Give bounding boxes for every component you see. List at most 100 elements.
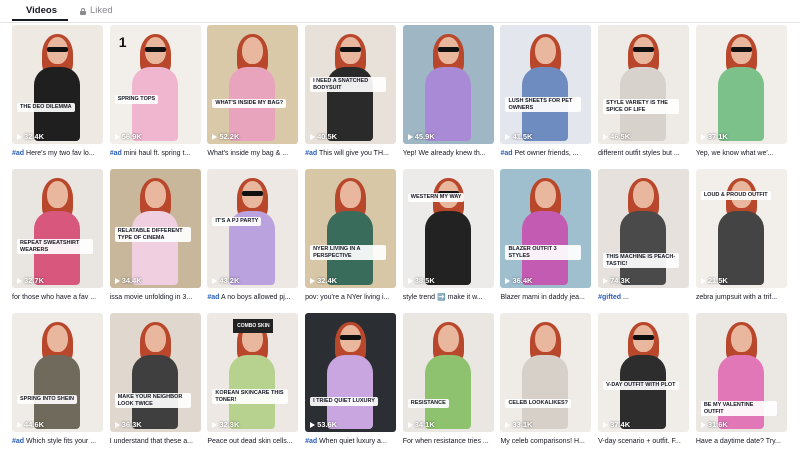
creator-figure	[327, 322, 374, 429]
video-card[interactable]: THIS MACHINE IS PEACH-TASTIC! 74.3K #gifte…	[598, 169, 690, 305]
creator-figure	[229, 322, 276, 429]
thumbnail-caption: CELEB LOOKALIKES?	[505, 399, 572, 408]
play-icon	[407, 421, 413, 428]
lock-icon	[80, 7, 86, 15]
video-card[interactable]: CELEB LOOKALIKES? 33.1K My celeb compariso…	[500, 313, 592, 449]
thumbnail-caption: THE DEO DILEMMA	[17, 103, 75, 112]
video-thumbnail[interactable]: CELEB LOOKALIKES? 33.1K	[500, 313, 592, 432]
play-icon	[310, 133, 316, 140]
video-thumbnail[interactable]: LUSH SHEETS FOR PET OWNERS 41.5K	[500, 25, 592, 144]
video-thumbnail[interactable]: I NEED A SNATCHED BODYSUIT 40.5K	[305, 25, 397, 144]
video-title[interactable]: #ad mini haul ft. spring t...	[110, 149, 201, 158]
video-title[interactable]: Yep! We already knew th...	[403, 149, 494, 158]
video-thumbnail[interactable]: REPEAT SWEATSHIRT WEARERS 32.7K	[12, 169, 103, 288]
video-title-text: ...	[621, 294, 629, 301]
video-card[interactable]: THE DEO DILEMMA 32.4K #ad Here's my two fa…	[12, 25, 103, 161]
video-thumbnail[interactable]: WESTERN MY WAY 38.5K	[402, 169, 494, 288]
hashtag-link[interactable]: #ad	[12, 150, 24, 157]
view-count-text: 44.6K	[24, 420, 45, 429]
video-thumbnail[interactable]: THE DEO DILEMMA 32.4K	[12, 25, 103, 144]
video-title[interactable]: #ad Pet owner friends, ...	[500, 149, 591, 158]
view-count: 53.6K	[310, 420, 337, 429]
video-card[interactable]: COMBO SKIN KOREAN SKINCARE THIS TONER! 32.…	[207, 313, 299, 449]
video-title[interactable]: pov: you're a NYer living i...	[305, 293, 396, 302]
video-card[interactable]: MAKE YOUR NEIGHBOR LOOK TWICE 36.3K I unde…	[109, 313, 201, 449]
video-title[interactable]: zebra jumpsuit with a trif...	[696, 293, 787, 302]
video-title-text: style trend ➡️ make it w...	[402, 294, 483, 301]
video-thumbnail[interactable]: LOUD & PROUD OUTFIT 21.5K	[695, 169, 787, 288]
video-title[interactable]: #ad This will give you TH...	[305, 149, 396, 158]
video-card[interactable]: WESTERN MY WAY 38.5K style trend ➡️ make i…	[402, 169, 494, 305]
video-card[interactable]: REPEAT SWEATSHIRT WEARERS 32.7K for those …	[12, 169, 103, 305]
video-card[interactable]: SPRING INTO SHEIN 44.6K #ad Which style fi…	[12, 313, 103, 449]
hashtag-link[interactable]: #gifted	[598, 294, 621, 301]
video-thumbnail[interactable]: BLAZER OUTFIT 3 STYLES 36.4K	[500, 169, 592, 288]
view-count-text: 21.5K	[707, 276, 728, 285]
video-title[interactable]: different outfit styles but ...	[598, 149, 689, 158]
video-thumbnail[interactable]: MAKE YOUR NEIGHBOR LOOK TWICE 36.3K	[109, 313, 201, 432]
view-count-text: 33.1K	[512, 420, 533, 429]
video-thumbnail[interactable]: SPRING INTO SHEIN 44.6K	[12, 313, 103, 432]
view-count-text: 38.5K	[414, 276, 435, 285]
thumbnail-caption: WHAT'S INSIDE MY BAG?	[212, 99, 287, 108]
video-thumbnail[interactable]: NYer LIVING IN A PERSPECTIVE 32.4K	[305, 169, 397, 288]
video-card[interactable]: V-DAY OUTFIT WITH PLOT 37.4K V-day scenari…	[598, 313, 690, 449]
view-count: 32.7K	[17, 276, 44, 285]
play-icon	[212, 277, 218, 284]
video-thumbnail[interactable]: 1 SPRING TOPS 56.9K	[109, 25, 201, 144]
video-thumbnail[interactable]: RESISTANCE 34.1K	[402, 313, 494, 432]
video-card[interactable]: IT'S A PJ PARTY 43.2K #ad A no boys allowe…	[207, 169, 299, 305]
hashtag-link[interactable]: #ad	[500, 150, 512, 157]
play-icon	[212, 421, 218, 428]
video-title[interactable]: #ad Here's my two fav lo...	[12, 149, 103, 158]
video-thumbnail[interactable]: STYLE VARIETY IS THE SPICE OF LIFE 46.5K	[598, 25, 690, 144]
video-card[interactable]: RESISTANCE 34.1K For when resistance tries…	[402, 313, 494, 449]
view-count-text: 32.4K	[24, 132, 45, 141]
video-grid: THE DEO DILEMMA 32.4K #ad Here's my two fa…	[12, 25, 793, 449]
video-card[interactable]: 1 SPRING TOPS 56.9K #ad mini haul ft. sprin…	[109, 25, 201, 161]
video-card[interactable]: LUSH SHEETS FOR PET OWNERS 41.5K #ad Pet o…	[500, 25, 592, 161]
video-title[interactable]: for those who have a fav ...	[12, 293, 103, 302]
video-card[interactable]: I TRIED QUIET LUXURY 53.6K #ad When quiet …	[305, 313, 397, 449]
creator-figure	[522, 34, 569, 141]
video-thumbnail[interactable]: 45.9K	[402, 25, 494, 144]
video-card[interactable]: STYLE VARIETY IS THE SPICE OF LIFE 46.5K d…	[598, 25, 690, 161]
video-thumbnail[interactable]: I TRIED QUIET LUXURY 53.6K	[305, 313, 397, 432]
thumbnail-caption: KOREAN SKINCARE THIS TONER!	[212, 389, 289, 404]
video-thumbnail[interactable]: IT'S A PJ PARTY 43.2K	[207, 169, 299, 288]
video-thumbnail[interactable]: BE MY VALENTINE OUTFIT 31.6K	[695, 313, 787, 432]
video-card[interactable]: WHAT'S INSIDE MY BAG? 52.2K What's inside …	[207, 25, 299, 161]
video-thumbnail[interactable]: COMBO SKIN KOREAN SKINCARE THIS TONER! 32.…	[207, 313, 299, 432]
video-title[interactable]: issa movie unfolding in 3...	[110, 293, 201, 302]
video-card[interactable]: BLAZER OUTFIT 3 STYLES 36.4K Blazer mami i…	[500, 169, 592, 305]
video-title[interactable]: Yep, we know what we'...	[696, 149, 787, 158]
play-icon	[505, 133, 511, 140]
video-thumbnail[interactable]: THIS MACHINE IS PEACH-TASTIC! 74.3K	[598, 169, 690, 288]
video-card[interactable]: 37.1K Yep, we know what we'...	[695, 25, 787, 161]
video-title-text: Blazer mami in daddy jea...	[500, 294, 585, 301]
view-count: 46.5K	[603, 132, 630, 141]
video-card[interactable]: RELATABLE DIFFERENT TYPE OF CINEMA 34.4K i…	[109, 169, 201, 305]
video-title[interactable]: #gifted ...	[598, 293, 689, 302]
video-title[interactable]: #ad A no boys allowed pj...	[207, 293, 298, 302]
hashtag-link[interactable]: #ad	[110, 150, 122, 157]
video-thumbnail[interactable]: WHAT'S INSIDE MY BAG? 52.2K	[207, 25, 299, 144]
tab-liked[interactable]: Liked	[80, 0, 113, 22]
video-thumbnail[interactable]: V-DAY OUTFIT WITH PLOT 37.4K	[598, 313, 690, 432]
video-title[interactable]: What's inside my bag & ...	[207, 149, 298, 158]
play-icon	[114, 277, 120, 284]
play-icon	[505, 277, 511, 284]
thumbnail-caption: RESISTANCE	[407, 399, 449, 408]
video-title[interactable]: Blazer mami in daddy jea...	[500, 293, 591, 302]
video-card[interactable]: BE MY VALENTINE OUTFIT 31.6K Have a daytim…	[695, 313, 787, 449]
video-thumbnail[interactable]: 37.1K	[695, 25, 787, 144]
video-card[interactable]: NYer LIVING IN A PERSPECTIVE 32.4K pov: yo…	[305, 169, 397, 305]
hashtag-link[interactable]: #ad	[305, 150, 317, 157]
video-title[interactable]: style trend ➡️ make it w...	[403, 293, 494, 302]
video-thumbnail[interactable]: RELATABLE DIFFERENT TYPE OF CINEMA 34.4K	[109, 169, 201, 288]
video-card[interactable]: I NEED A SNATCHED BODYSUIT 40.5K #ad This …	[305, 25, 397, 161]
hashtag-link[interactable]: #ad	[207, 294, 219, 301]
play-icon	[212, 133, 218, 140]
video-card[interactable]: 45.9K Yep! We already knew th...	[402, 25, 494, 161]
video-card[interactable]: LOUD & PROUD OUTFIT 21.5K zebra jumpsuit w…	[695, 169, 787, 305]
